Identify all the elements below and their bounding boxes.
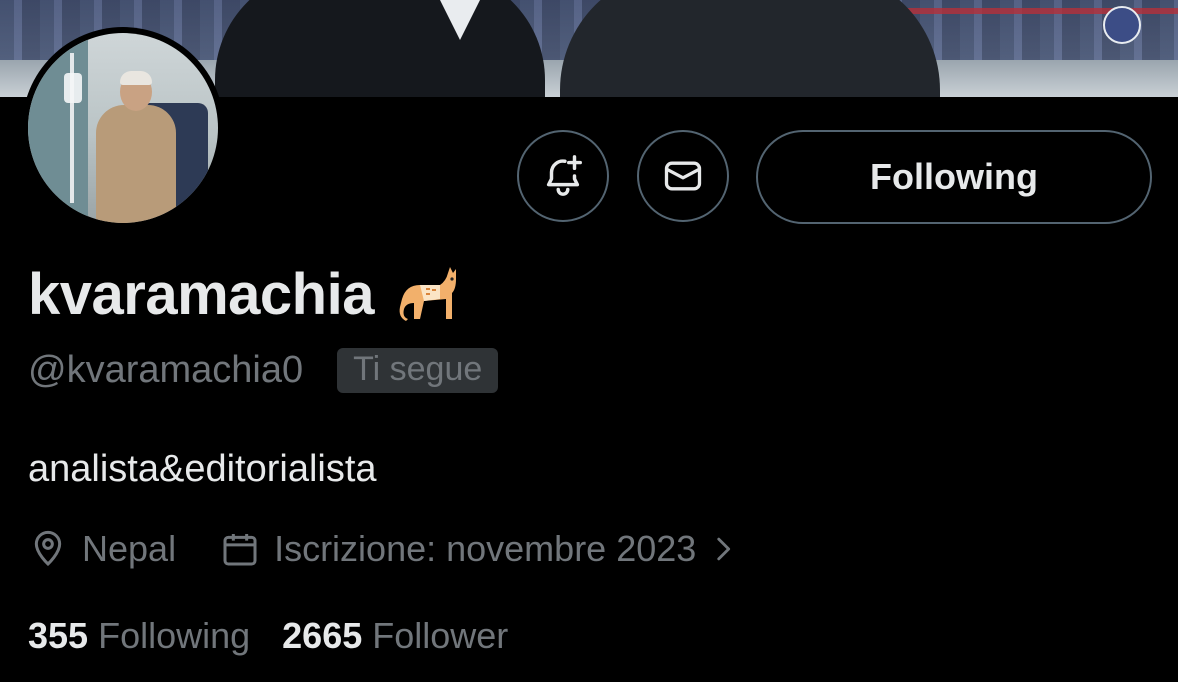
avatar-body <box>96 105 176 223</box>
follows-you-badge: Ti segue <box>337 348 499 393</box>
banner-club-logo <box>1103 6 1141 44</box>
profile-stats: 355 Following 2665 Follower <box>28 615 508 657</box>
joined-item[interactable]: Iscrizione: novembre 2023 <box>220 528 740 570</box>
calendar-icon <box>223 534 257 566</box>
chevron-right-icon <box>717 537 731 561</box>
display-name-row: kvaramachia <box>28 258 462 330</box>
profile-bio: analista&editorialista <box>28 448 377 490</box>
following-stat[interactable]: 355 Following <box>28 615 250 657</box>
bell-plus-icon <box>546 155 582 196</box>
envelope-icon <box>664 161 702 191</box>
handle-row: @kvaramachia0 Ti segue <box>28 348 499 393</box>
avatar-wall <box>28 33 88 223</box>
message-button[interactable] <box>637 130 729 222</box>
followers-stat[interactable]: 2665 Follower <box>282 615 508 657</box>
following-label: Following <box>98 615 251 656</box>
display-name: kvaramachia <box>28 261 374 327</box>
following-count: 355 <box>28 615 89 656</box>
notifications-button[interactable] <box>517 130 609 222</box>
profile-avatar[interactable] <box>22 27 224 229</box>
banner-person-left <box>215 0 545 97</box>
followers-count: 2665 <box>282 615 363 656</box>
profile-meta: Nepal Iscrizione: novembre 2023 <box>28 528 740 570</box>
avatar-hair <box>120 71 152 85</box>
joined-text: Iscrizione: novembre 2023 <box>274 528 697 569</box>
followers-label: Follower <box>372 615 509 656</box>
location-text: Nepal <box>82 528 177 569</box>
avatar-iv-bag <box>64 73 82 103</box>
cat-emoji-icon <box>396 259 462 330</box>
map-pin-icon <box>34 530 62 567</box>
following-button[interactable]: Following <box>756 130 1152 224</box>
location-item: Nepal <box>28 528 176 570</box>
user-handle: @kvaramachia0 <box>28 349 304 391</box>
avatar-image <box>28 33 218 223</box>
banner-person-right <box>560 0 940 97</box>
